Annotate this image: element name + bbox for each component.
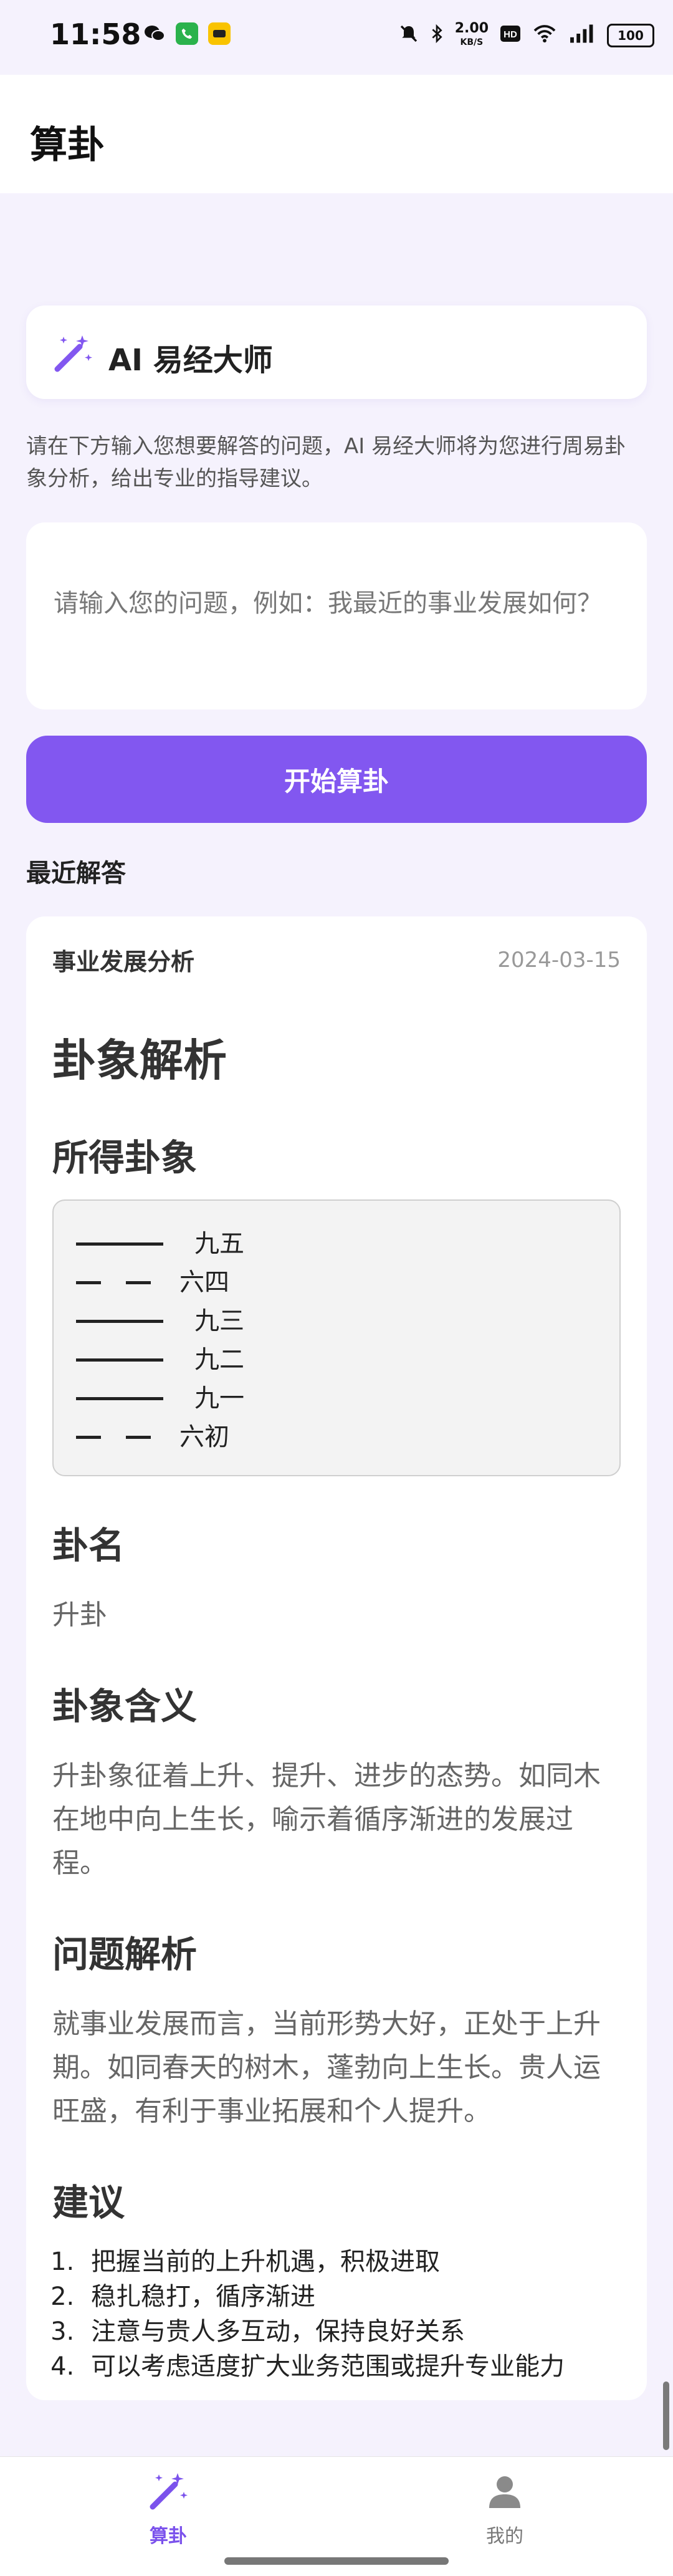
analysis-heading: 问题解析 [52,1933,198,1976]
answer-subject: 事业发展分析 [52,948,195,976]
hexagram-line: 九三 [76,1302,597,1340]
hexagram-line-label: 九五 [194,1229,244,1258]
hexagram-meaning: 升卦象征着上升、提升、进步的态势。如同木在地中向上生长，喻示着循序渐进的发展过程… [52,1760,601,1879]
recent-answers-title: 最近解答 [26,859,126,888]
hexagram-line-label: 九三 [194,1307,244,1335]
hexagram-line: 九五 [76,1224,597,1263]
answer-heading: 卦象解析 [52,1035,227,1086]
answer-date: 2024-03-15 [497,947,621,973]
hexagram-name: 升卦 [52,1599,107,1631]
signal-icon [568,24,596,48]
hd-icon: HD [500,25,521,47]
wechat-icon [143,22,166,45]
svg-text:HD: HD [504,29,517,40]
hexagram-line-label: 九一 [194,1384,244,1413]
advice-item: 把握当前的上升机遇，积极进取 [82,2244,621,2279]
question-analysis: 就事业发展而言，当前形势大好，正处于上升期。如同春天的树木，蓬勃向上生长。贵人运… [52,2008,601,2127]
advice-item: 可以考虑适度扩大业务范围或提升专业能力 [82,2349,621,2384]
answer-card-header: 事业发展分析 2024-03-15 [52,943,621,977]
bluetooth-icon [430,24,444,48]
home-indicator[interactable] [224,2557,449,2565]
nav-item-profile[interactable]: 我的 [442,2469,567,2548]
yang-line [76,1396,163,1400]
status-system-icons: 2.00 KB/S HD 100 [399,22,654,49]
magic-wand-icon [150,2473,188,2510]
start-divination-button[interactable]: 开始算卦 [26,736,647,823]
hexagram-line: 六四 [76,1263,597,1302]
magic-wand-icon [54,335,92,372]
hexagram-line-label: 九二 [194,1345,244,1374]
app-header: 算卦 [0,75,673,193]
name-heading: 卦名 [52,1524,125,1567]
page-title: 算卦 [30,123,105,167]
advice-heading: 建议 [52,2181,125,2224]
question-input[interactable] [54,585,619,678]
advice-item: 稳扎稳打，循序渐进 [82,2279,621,2314]
status-notification-icons [143,22,231,45]
main-content[interactable]: AI 易经大师 请在下方输入您想要解答的问题，AI 易经大师将为您进行周易卦象分… [0,193,673,2456]
phone-app-icon [176,22,198,45]
hexagram-line: 六初 [76,1418,597,1456]
status-time: 11:58 [50,17,141,51]
network-speed: 2.00 KB/S [454,21,489,48]
nav-label-profile: 我的 [486,2526,523,2547]
yin-line [76,1435,151,1439]
hexagram-line: 九二 [76,1340,597,1379]
user-icon [489,2476,520,2508]
answer-card[interactable]: 事业发展分析 2024-03-15 卦象解析 所得卦象 九五六四九三九二九一六初… [26,916,647,2400]
intro-text: 请在下方输入您想要解答的问题，AI 易经大师将为您进行周易卦象分析，给出专业的指… [26,434,626,491]
advice-list: 把握当前的上升机遇，积极进取 稳扎稳打，循序渐进 注意与贵人多互动，保持良好关系… [52,2244,621,2384]
battery-icon: 100 [607,24,654,47]
nav-label-divination: 算卦 [150,2526,187,2547]
wifi-icon [532,24,557,48]
hexagram-box: 九五六四九三九二九一六初 [52,1199,621,1476]
scrollbar[interactable] [663,2381,669,2450]
mute-icon [399,24,419,48]
yin-line [76,1281,151,1284]
yang-line [76,1319,163,1323]
bottom-nav: 算卦 我的 [0,2456,673,2576]
hexagram-line-label: 六初 [179,1423,229,1451]
hexagram-line: 九一 [76,1379,597,1418]
hero-title: AI 易经大师 [108,343,273,378]
advice-item: 注意与贵人多互动，保持良好关系 [82,2314,621,2349]
gua-heading: 所得卦象 [52,1137,198,1179]
hero-card: AI 易经大师 [26,305,647,399]
question-box[interactable] [26,522,647,709]
meaning-heading: 卦象含义 [52,1685,198,1728]
meituan-icon [208,22,231,45]
yang-line [76,1358,163,1362]
hexagram-line-label: 六四 [179,1268,229,1297]
yang-line [76,1242,163,1246]
status-bar: 11:58 2.00 KB/S HD 100 [0,0,673,75]
nav-item-divination[interactable]: 算卦 [106,2469,231,2548]
